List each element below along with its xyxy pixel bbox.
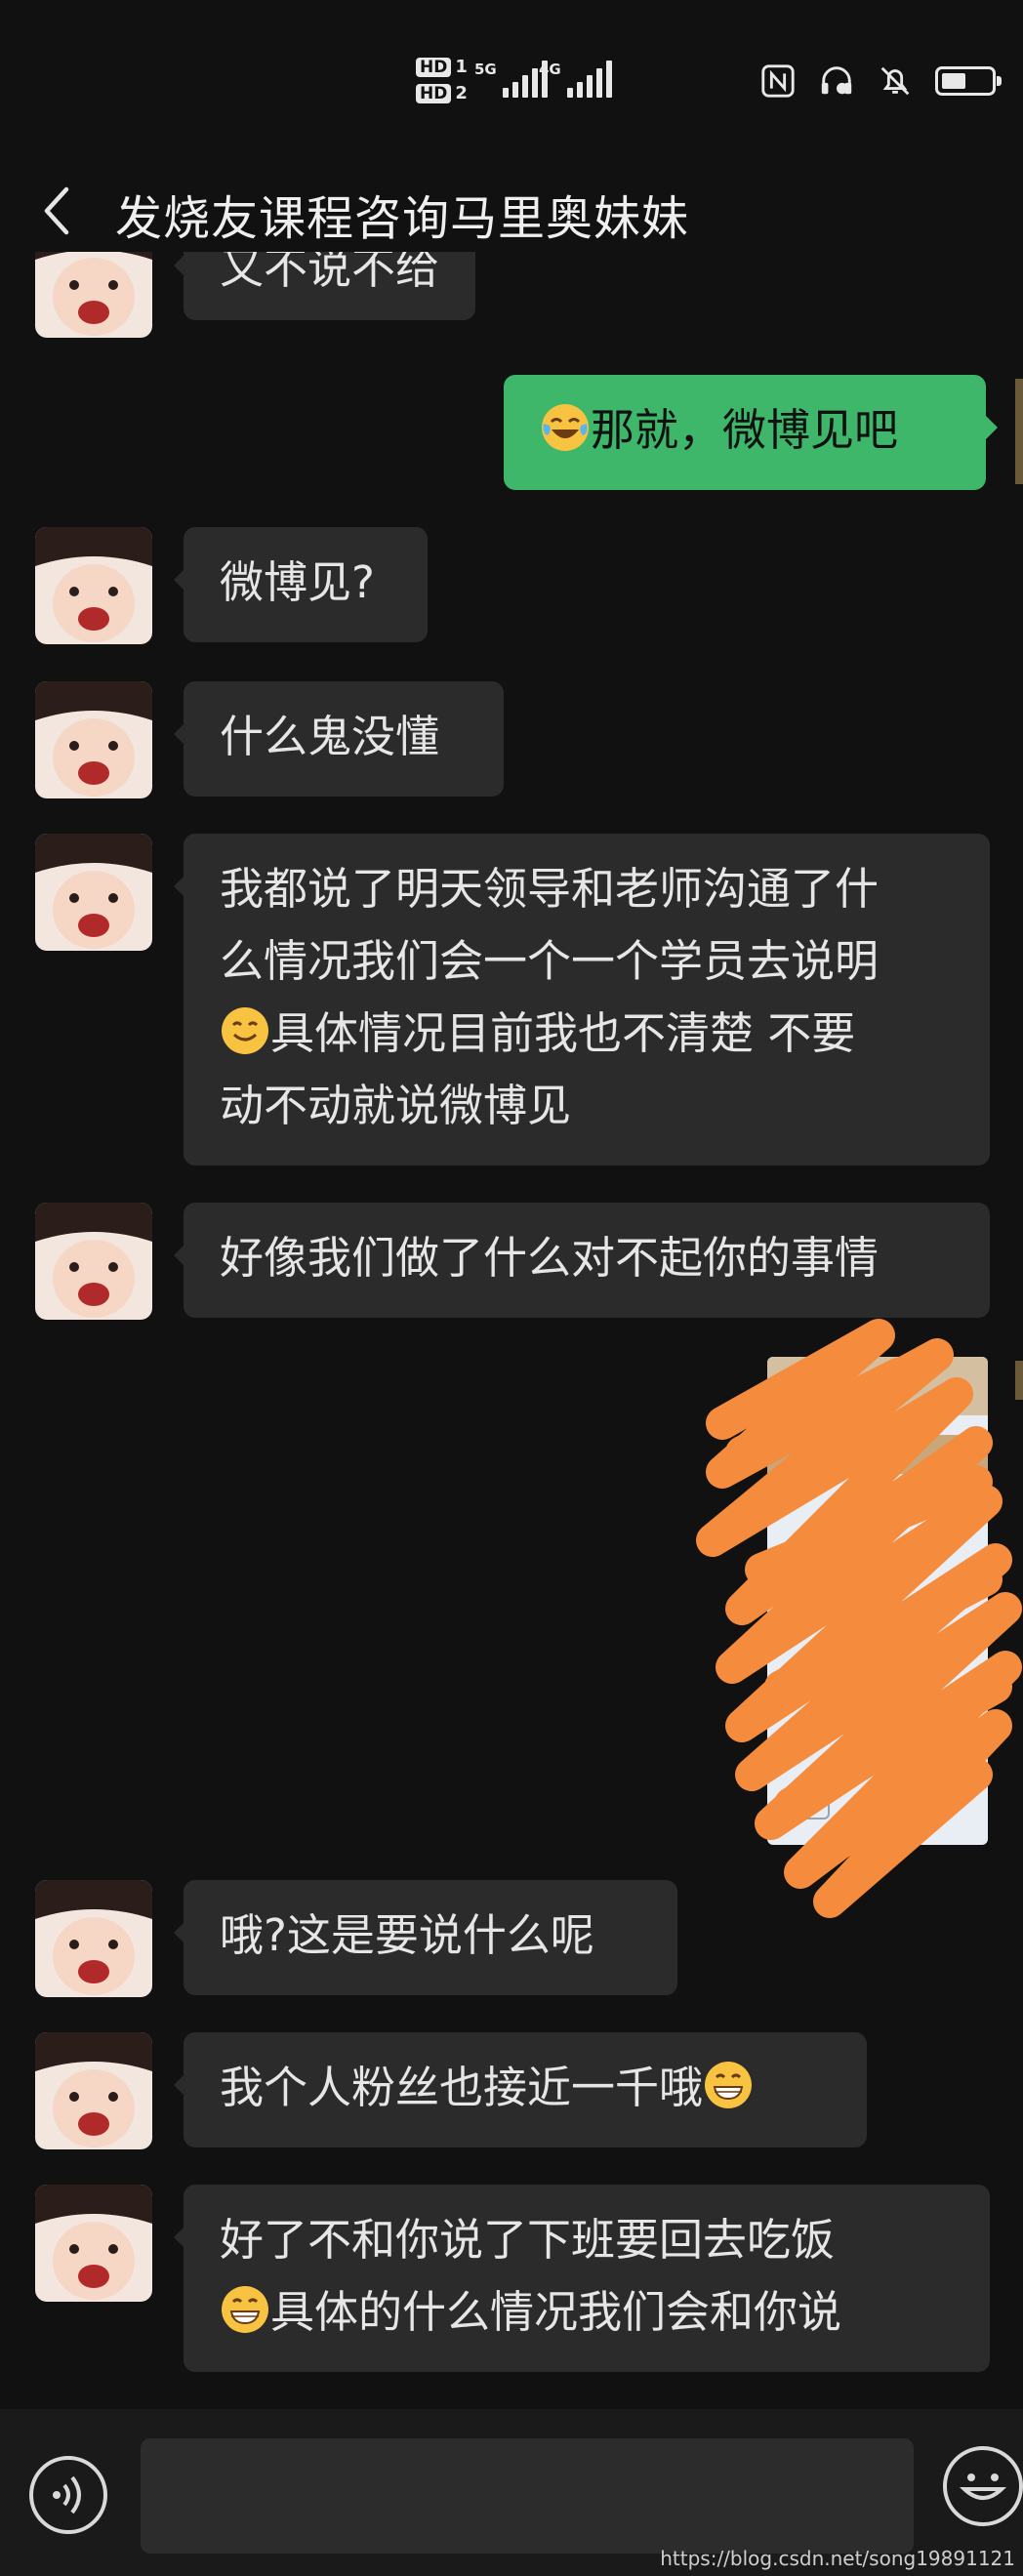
volte-indicator: HD 1 HD 2: [416, 57, 468, 109]
mute-bell-icon: [880, 66, 910, 96]
battery-icon: [935, 66, 1002, 96]
message-bubble[interactable]: 什么鬼没懂: [174, 681, 504, 797]
avatar[interactable]: [35, 527, 152, 644]
sim2-signal-icon: 4G: [539, 61, 612, 98]
message-bubble[interactable]: 哦?这是要说什么呢: [174, 1880, 677, 1995]
redaction-scribble: [696, 1319, 1022, 1918]
avatar[interactable]: [35, 1203, 152, 1320]
message-bubble[interactable]: 好了不和你说了下班要回去吃饭 具体的什么情况我们会和你说: [174, 2185, 990, 2372]
message-bubble[interactable]: 又不说不给: [173, 252, 476, 320]
avatar[interactable]: [35, 681, 152, 798]
message-bubble[interactable]: 好像我们做了什么对不起你的事情: [174, 1203, 990, 1318]
avatar[interactable]: [35, 252, 152, 338]
composer-bar: https://blog.csdn.net/song19891121: [0, 2409, 1023, 2576]
voice-icon: [53, 2475, 81, 2515]
message-bubble[interactable]: 我个人粉丝也接近一千哦: [174, 2032, 867, 2147]
chat-header: 发烧友课程咨询马里奥妹妹: [0, 166, 1023, 252]
nfc-icon: [761, 64, 795, 98]
watermark: https://blog.csdn.net/song19891121: [660, 2547, 1015, 2570]
avatar[interactable]: [35, 834, 152, 951]
message-list[interactable]: 又不说不给 那就，微博见吧 微博见? 什么鬼没懂 我都说了明天领导和老师沟通了什…: [0, 252, 1023, 2409]
headset-icon: [821, 66, 852, 95]
smile-emoji-icon: [222, 1007, 268, 1054]
grin-emoji-icon: [705, 2062, 753, 2108]
message-input[interactable]: [141, 2438, 914, 2554]
message-bubble[interactable]: 我都说了明天领导和老师沟通了什 么情况我们会一个一个学员去说明 具体情况目前我也不清…: [174, 834, 990, 1165]
status-bar: HD 1 HD 2 5G 4G: [0, 0, 1023, 166]
chat-title: 发烧友课程咨询马里奥妹妹: [115, 191, 690, 246]
avatar[interactable]: [35, 2032, 152, 2149]
hd2-badge: HD: [416, 83, 452, 103]
my-message-bubble[interactable]: 那就，微博见吧: [504, 375, 998, 490]
back-arrow-icon[interactable]: [37, 182, 76, 240]
grin-emoji-icon: [222, 2286, 268, 2333]
tears-of-joy-emoji-icon: [542, 404, 589, 451]
voice-input-button[interactable]: [29, 2456, 107, 2534]
smiley-icon: [959, 2474, 1007, 2500]
emoji-button[interactable]: [943, 2446, 1023, 2526]
sim1-signal-icon: 5G: [474, 61, 548, 98]
avatar[interactable]: [35, 2185, 152, 2302]
hd1-badge: HD: [416, 57, 452, 77]
avatar[interactable]: [35, 1880, 152, 1997]
message-bubble[interactable]: 微博见?: [174, 527, 428, 642]
